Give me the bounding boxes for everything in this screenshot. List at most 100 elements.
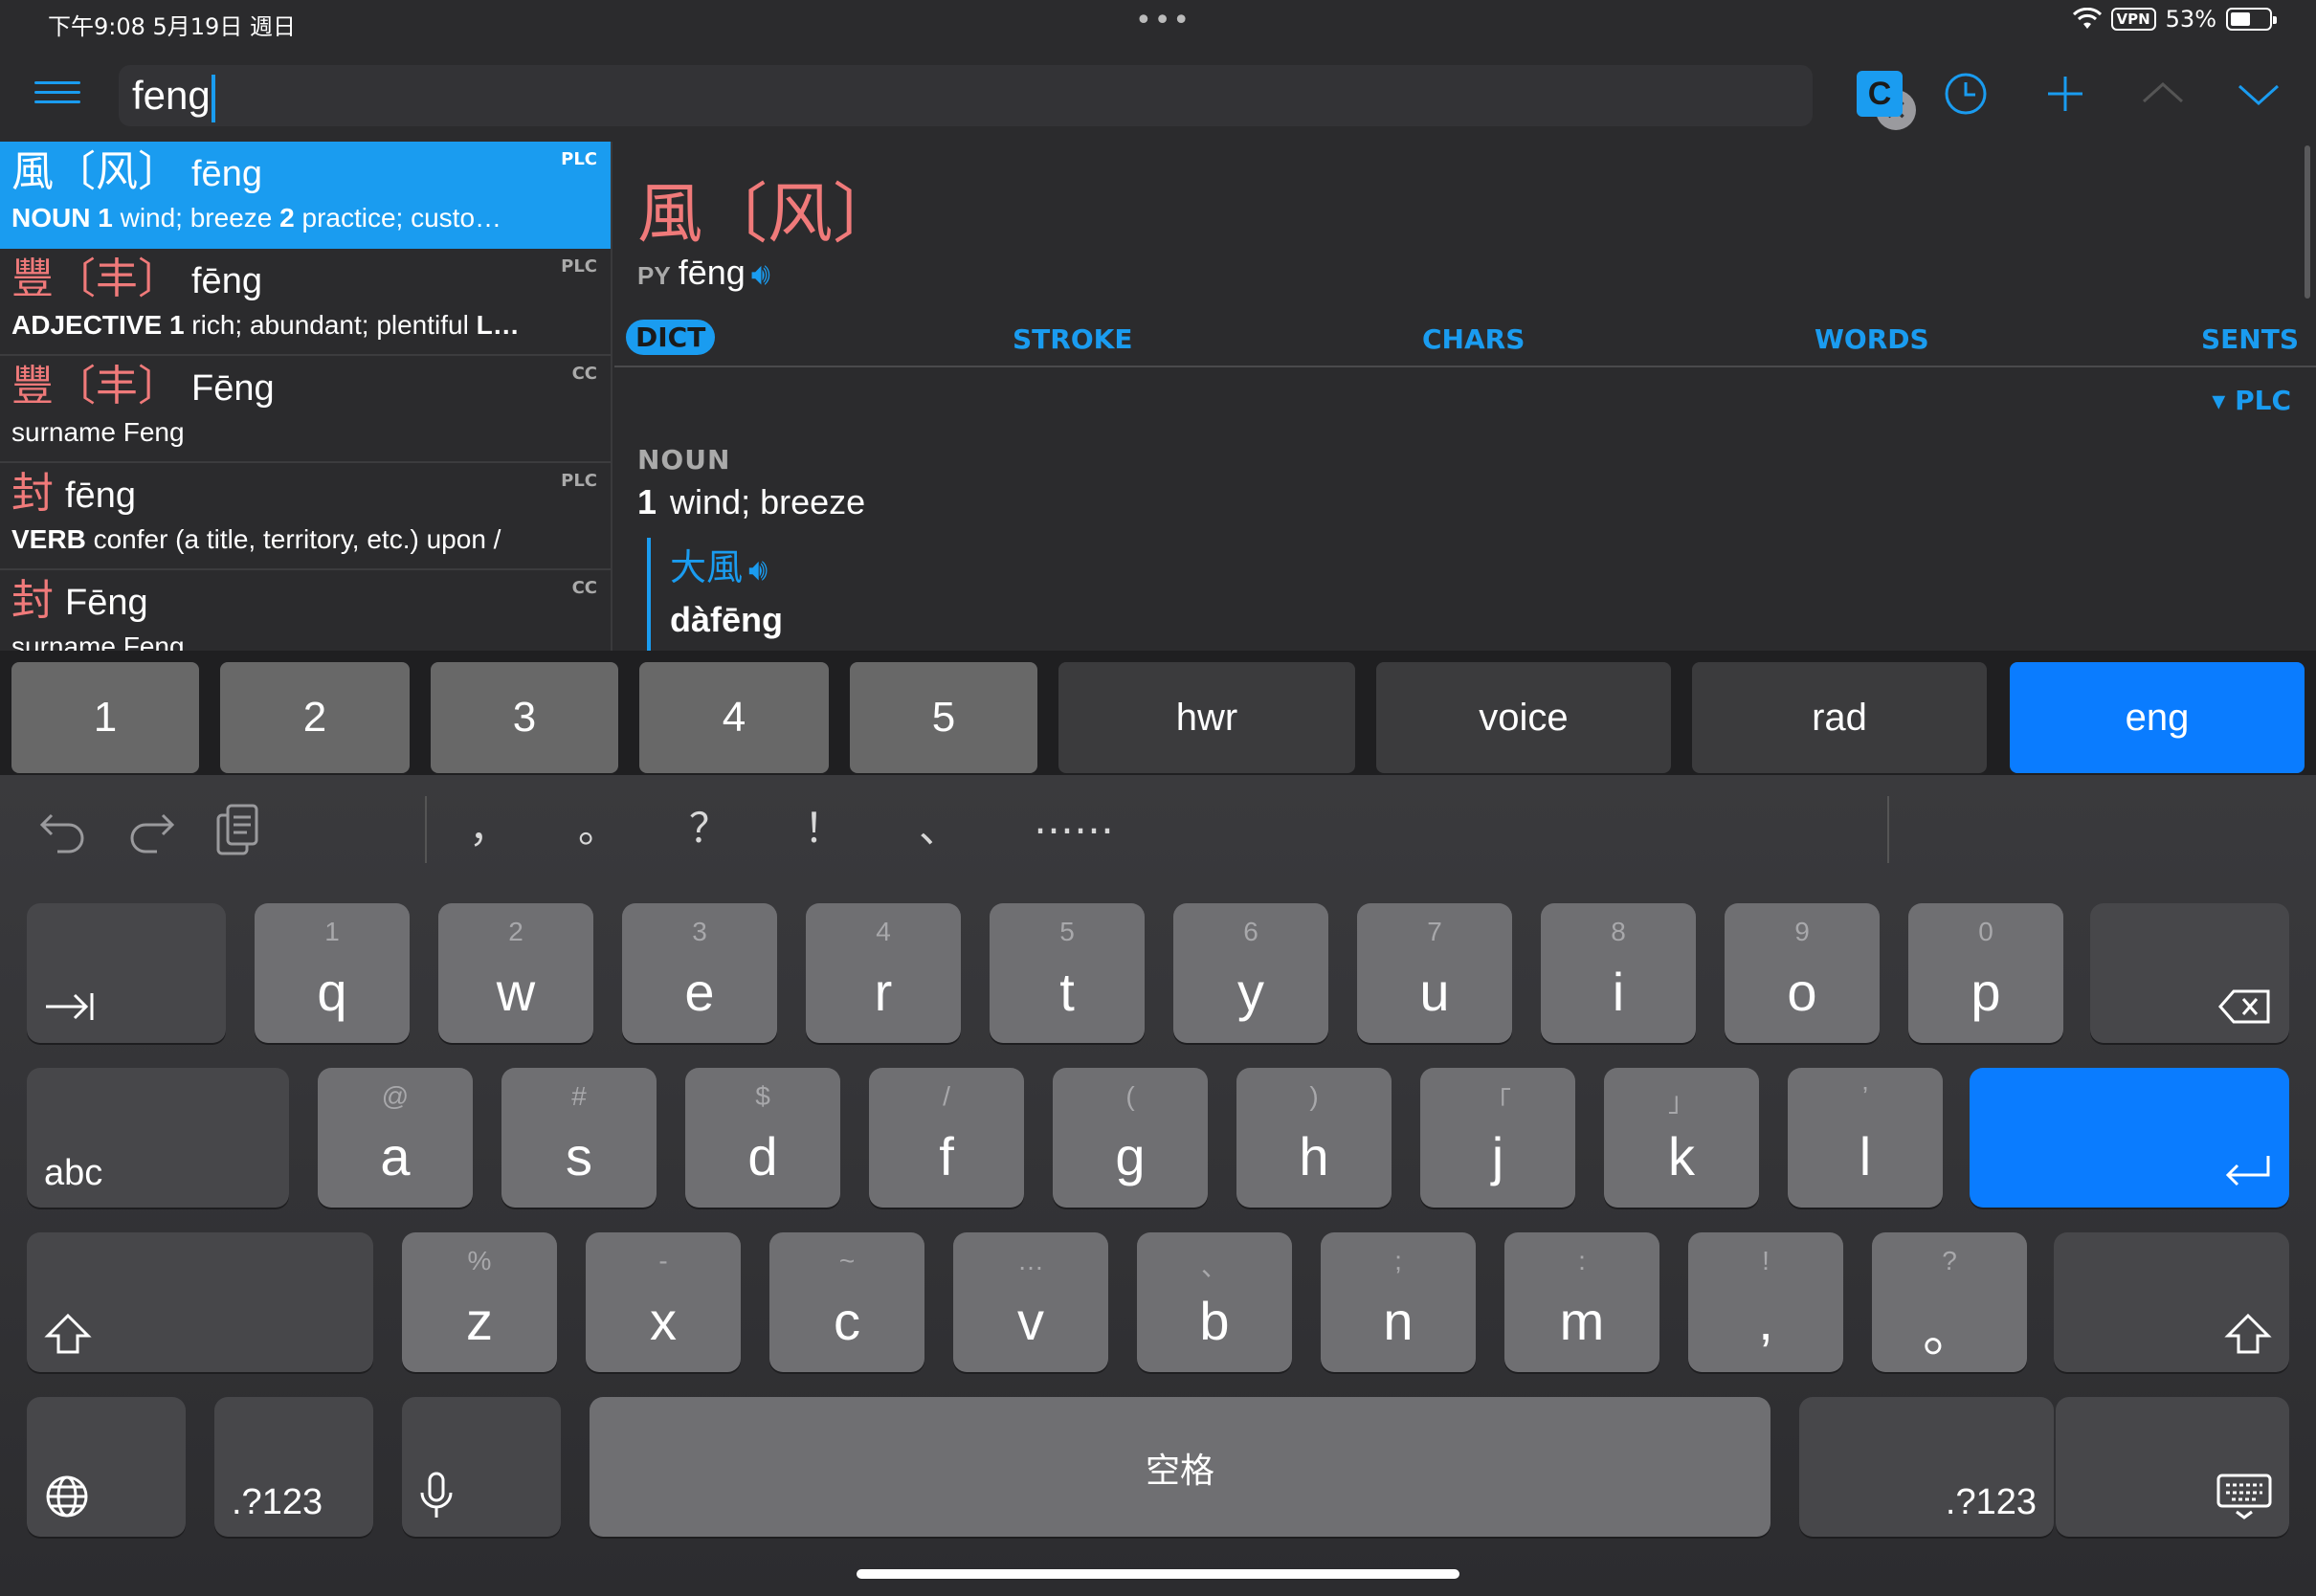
key-5[interactable]: 、 b (1137, 1232, 1292, 1372)
key-5[interactable]: (g (1053, 1068, 1208, 1208)
key-hint: 6 (1243, 917, 1258, 946)
multitask-dots[interactable]: ••• (1135, 4, 1191, 37)
result-row[interactable]: PLC 豐〔丰〕 fēng ADJECTIVE 1 rich; abundant;… (0, 249, 611, 356)
result-list[interactable]: PLC 風〔风〕 fēng NOUN 1 wind; breeze 2 pract… (0, 142, 612, 651)
key-6[interactable]: ; n (1321, 1232, 1476, 1372)
key-6[interactable]: ) h (1236, 1068, 1392, 1208)
shift-key-left[interactable] (27, 1232, 373, 1372)
punct-exclaim[interactable]: ！ (804, 796, 844, 854)
key-7[interactable]: 「j (1420, 1068, 1575, 1208)
key-3[interactable]: 3e (622, 903, 777, 1043)
key-2[interactable]: # s (501, 1068, 657, 1208)
key-10[interactable]: 0p (1908, 903, 2063, 1043)
key-char: t (1059, 962, 1075, 1022)
punct-ellipsis[interactable]: …… (1034, 796, 1114, 843)
key-9[interactable]: 9o (1725, 903, 1880, 1043)
key-8[interactable]: 8i (1541, 903, 1696, 1043)
key-9[interactable]: ’ l (1788, 1068, 1943, 1208)
key-4[interactable]: / f (869, 1068, 1024, 1208)
tab-key[interactable] (27, 903, 226, 1043)
key-9[interactable]: ?。 (1872, 1232, 2027, 1372)
key-7[interactable]: 7u (1357, 903, 1512, 1043)
headword: 豐〔丰〕 (11, 255, 180, 303)
candidate-1[interactable]: 1 (11, 662, 199, 773)
numbers-key-left[interactable]: .?123 (214, 1397, 373, 1537)
speaker-icon[interactable]: 🔊︎ (751, 256, 770, 291)
candidate-4[interactable]: 4 (639, 662, 829, 773)
punct-enum-comma[interactable]: 、 (919, 796, 959, 854)
key-char: a (380, 1126, 411, 1186)
key-2[interactable]: -x (586, 1232, 741, 1372)
key-8[interactable]: !, (1688, 1232, 1843, 1372)
backspace-key[interactable] (2090, 903, 2289, 1043)
previous-icon[interactable] (2134, 67, 2192, 121)
clipboard-search-button[interactable]: C (1857, 71, 1903, 117)
menu-icon[interactable] (34, 75, 80, 113)
result-row[interactable]: CC 豐〔丰〕 Fēng surname Feng (0, 356, 611, 463)
result-row[interactable]: CC 封 Fēng surname Feng (0, 570, 611, 651)
key-char: y (1237, 962, 1264, 1022)
key-3[interactable]: $ d (685, 1068, 840, 1208)
voice-button[interactable]: voice (1376, 662, 1671, 773)
key-5[interactable]: 5t (990, 903, 1145, 1043)
candidate-2[interactable]: 2 (220, 662, 410, 773)
status-right: VPN 53% (2072, 6, 2277, 33)
source-tag: CC (571, 578, 597, 598)
source-toggle[interactable]: ▾ PLC (2212, 385, 2291, 416)
hide-keyboard-key[interactable] (2056, 1397, 2289, 1537)
punct-comma[interactable]: ， (469, 796, 509, 854)
tab-words[interactable]: WORDS (1815, 323, 1929, 355)
key-8[interactable]: 」 k (1604, 1068, 1759, 1208)
key-char: k (1668, 1126, 1695, 1186)
punct-period[interactable]: 。 (578, 796, 618, 854)
tab-chars[interactable]: CHARS (1422, 323, 1525, 355)
key-4[interactable]: 4r (806, 903, 961, 1043)
eng-button[interactable]: eng (2010, 662, 2305, 773)
numbers-key-right[interactable]: .?123 (1799, 1397, 2054, 1537)
key-hint: ; (1394, 1246, 1402, 1275)
speaker-icon[interactable]: 🔊︎ (748, 551, 768, 587)
punct-question[interactable]: ？ (689, 796, 729, 854)
search-input[interactable]: feng × (119, 65, 1916, 130)
tab-sents[interactable]: SENTS (2201, 323, 2299, 355)
hwr-button[interactable]: hwr (1058, 662, 1355, 773)
key-6[interactable]: 6y (1173, 903, 1328, 1043)
detail-scrollbar[interactable] (2305, 145, 2310, 299)
tab-dict[interactable]: DICT (626, 320, 716, 355)
key-char: j (1491, 1126, 1504, 1186)
key-1[interactable]: % z (402, 1232, 557, 1372)
key-7[interactable]: :m (1504, 1232, 1659, 1372)
tab-stroke[interactable]: STROKE (1013, 323, 1132, 355)
candidate-3[interactable]: 3 (431, 662, 618, 773)
globe-key[interactable] (27, 1397, 186, 1537)
key-char: e (684, 962, 715, 1022)
key-4[interactable]: … v (953, 1232, 1108, 1372)
redo-icon[interactable] (124, 806, 176, 853)
key-2[interactable]: 2w (438, 903, 593, 1043)
result-row[interactable]: PLC 風〔风〕 fēng NOUN 1 wind; breeze 2 pract… (0, 142, 611, 249)
key-char: n (1383, 1291, 1414, 1351)
dictation-key[interactable] (402, 1397, 561, 1537)
clipboard-icon[interactable] (214, 802, 262, 859)
add-icon[interactable] (2037, 67, 2094, 121)
return-key[interactable] (1970, 1068, 2289, 1208)
example-hanzi[interactable]: 大風 (670, 546, 743, 588)
key-1[interactable]: 1q (255, 903, 410, 1043)
key-hint: 、 (1200, 1252, 1228, 1281)
result-row[interactable]: PLC 封 fēng VERB confer (a title, territor… (0, 463, 611, 570)
shift-key-right[interactable] (2054, 1232, 2289, 1372)
source-tag: PLC (561, 256, 597, 277)
home-indicator[interactable] (857, 1569, 1459, 1579)
key-3[interactable]: ~ c (769, 1232, 924, 1372)
undo-icon[interactable] (38, 806, 90, 853)
space-key[interactable]: 空格 (590, 1397, 1770, 1537)
key-hint: 5 (1059, 917, 1075, 946)
next-icon[interactable] (2230, 67, 2287, 121)
key-char: r (874, 962, 893, 1022)
candidate-5[interactable]: 5 (850, 662, 1037, 773)
rad-button[interactable]: rad (1692, 662, 1987, 773)
history-icon[interactable] (1937, 67, 1994, 121)
key-1[interactable]: @ a (318, 1068, 473, 1208)
abc-key[interactable]: abc (27, 1068, 289, 1208)
key-hint: 「 (1483, 1087, 1511, 1117)
